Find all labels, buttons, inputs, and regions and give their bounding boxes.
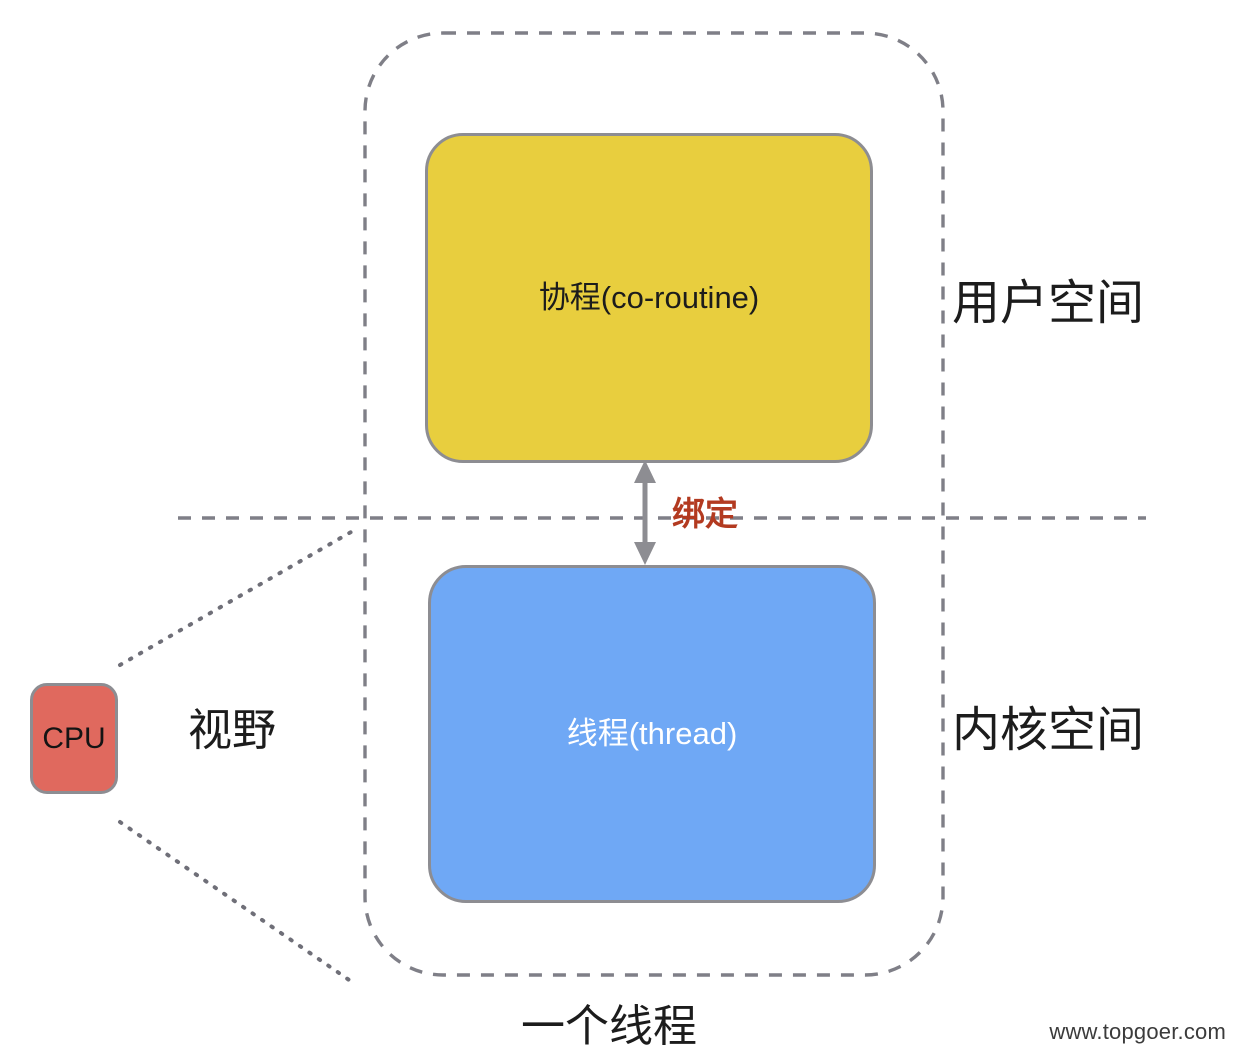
view-annotation-label: 视野 xyxy=(188,706,276,755)
user-space-label: 用户空间 xyxy=(952,277,1145,330)
one-thread-caption: 一个线程 xyxy=(521,1002,697,1051)
coroutine-block: 协程(co-routine) xyxy=(425,133,873,463)
cpu-block-label: CPU xyxy=(42,721,106,755)
diagram-canvas: 协程(co-routine) 线程(thread) CPU 用户空间 内核空间 … xyxy=(0,0,1240,1057)
bidirectional-arrow-icon xyxy=(634,460,656,565)
thread-block: 线程(thread) xyxy=(428,565,876,903)
dotted-sightline-icon-upper xyxy=(118,526,360,667)
binding-annotation-label: 绑定 xyxy=(672,495,738,532)
coroutine-block-label: 协程(co-routine) xyxy=(538,280,760,316)
dotted-sightline-icon-lower xyxy=(118,820,354,984)
thread-block-label: 线程(thread) xyxy=(566,716,738,752)
site-watermark: www.topgoer.com xyxy=(1049,1019,1226,1044)
cpu-block: CPU xyxy=(30,683,118,794)
kernel-space-label: 内核空间 xyxy=(952,704,1145,757)
